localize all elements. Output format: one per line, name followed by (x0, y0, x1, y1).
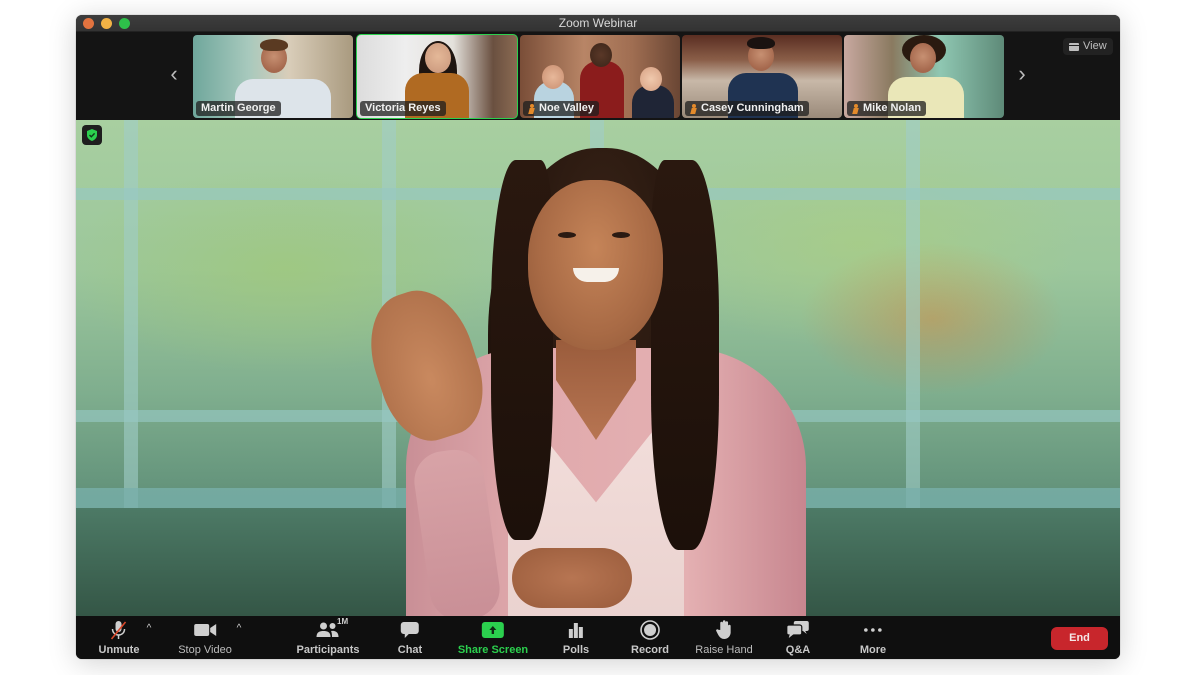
speaker-figure (76, 120, 1120, 616)
spotlight-icon (528, 103, 536, 114)
participant-name: Casey Cunningham (701, 102, 804, 114)
chevron-right-icon: › (1018, 61, 1026, 86)
participant-thumbnail-active[interactable]: Victoria Reyes (356, 34, 518, 119)
participant-name: Mike Nolan (863, 102, 922, 114)
spotlight-icon (690, 103, 698, 114)
participant-name-tag: Victoria Reyes (360, 101, 446, 116)
title-bar: Zoom Webinar (76, 15, 1120, 32)
raise-hand-label: Raise Hand (695, 644, 753, 656)
active-speaker-video (76, 120, 1120, 616)
chat-label: Chat (397, 644, 423, 656)
record-label: Record (631, 644, 669, 656)
ellipsis-icon (864, 628, 882, 632)
participant-thumbnail[interactable]: Martin George (193, 35, 353, 118)
participants-label: Participants (296, 644, 360, 656)
participant-thumbnail[interactable]: Mike Nolan (844, 35, 1004, 118)
share-screen-arrow-icon (481, 622, 504, 638)
audio-options-caret[interactable]: ^ (147, 623, 152, 634)
end-meeting-button[interactable]: End (1051, 627, 1108, 650)
participant-thumbnail[interactable]: Noe Valley (520, 35, 680, 118)
chat-bubble-icon (400, 622, 419, 638)
unmute-button[interactable]: Unmute (98, 619, 140, 656)
share-screen-button[interactable]: Share Screen (458, 619, 528, 656)
video-options-caret[interactable]: ^ (237, 623, 242, 634)
participant-name-tag: Martin George (196, 101, 281, 116)
microphone-muted-icon (111, 621, 127, 640)
participant-name: Martin George (201, 102, 276, 114)
participant-name: Noe Valley (539, 102, 595, 114)
more-button[interactable]: More (860, 619, 886, 656)
participant-name: Victoria Reyes (365, 102, 441, 114)
window-title: Zoom Webinar (558, 16, 638, 30)
participant-thumbnail[interactable]: Casey Cunningham (682, 35, 842, 118)
video-camera-icon (194, 624, 216, 636)
encryption-badge[interactable] (82, 125, 102, 145)
record-icon (640, 620, 660, 640)
participants-count: 1M (337, 617, 349, 626)
view-button[interactable]: View (1063, 38, 1113, 55)
chevron-left-icon: ‹ (170, 61, 178, 86)
qa-bubbles-icon (786, 621, 809, 638)
stop-video-button[interactable]: Stop Video (178, 619, 232, 656)
qa-button[interactable]: Q&A (786, 619, 810, 656)
chat-button[interactable]: Chat (398, 619, 422, 656)
zoom-window: Zoom Webinar ‹ Martin George Victoria Re… (76, 15, 1120, 659)
record-button[interactable]: Record (631, 619, 669, 656)
shield-check-icon (87, 129, 97, 141)
view-button-label: View (1083, 40, 1107, 52)
polls-label: Polls (562, 644, 590, 656)
gallery-strip: ‹ Martin George Victoria Reyes Noe Valle… (76, 32, 1120, 120)
participants-button[interactable]: 1M Participants (296, 617, 360, 656)
grid-icon (1069, 42, 1079, 51)
gallery-prev-button[interactable]: ‹ (164, 60, 184, 88)
gallery-next-button[interactable]: › (1012, 60, 1032, 88)
stop-video-label: Stop Video (178, 644, 232, 656)
bar-chart-icon (568, 623, 583, 638)
polls-button[interactable]: Polls (563, 619, 589, 656)
unmute-label: Unmute (98, 644, 140, 656)
participant-name-tag: Casey Cunningham (685, 101, 809, 116)
more-label: More (859, 644, 887, 656)
meeting-toolbar: Unmute ^ Stop Video ^ 1M Participants Ch… (76, 616, 1120, 659)
raise-hand-button[interactable]: Raise Hand (695, 619, 753, 656)
share-screen-label: Share Screen (457, 644, 529, 656)
participant-name-tag: Noe Valley (523, 101, 600, 116)
hand-icon (715, 620, 731, 639)
participant-name-tag: Mike Nolan (847, 101, 927, 116)
qa-label: Q&A (785, 644, 811, 656)
spotlight-icon (852, 103, 860, 114)
